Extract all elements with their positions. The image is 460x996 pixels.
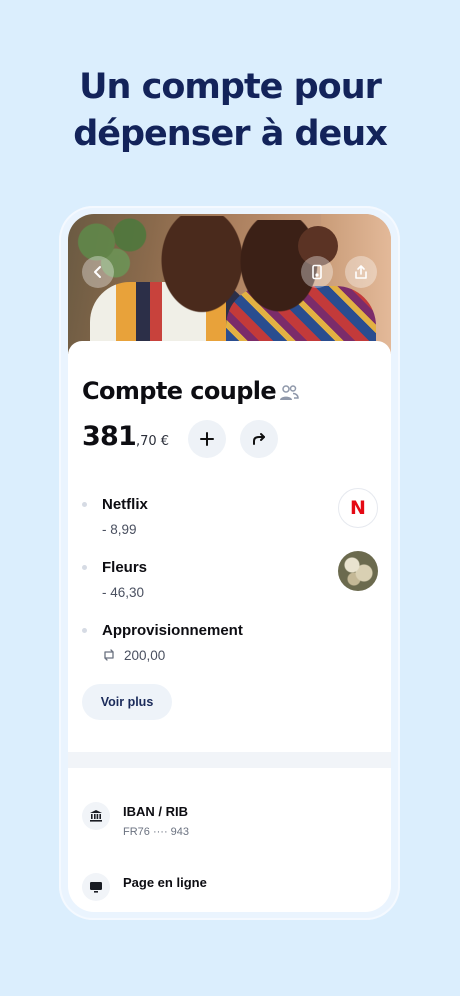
hero-photo (68, 214, 391, 354)
bank-icon (82, 802, 110, 830)
card-button[interactable] (301, 256, 333, 288)
recurring-icon (104, 649, 114, 661)
balance-decimal: ,70 € (135, 434, 170, 449)
transaction-amount: 200,00 (124, 648, 166, 663)
phone-screen: Compte couple 381,70 € Netflix - 8,99 N … (68, 214, 391, 912)
forward-arrow-icon (253, 433, 265, 445)
transaction-amount-row: 200,00 (102, 648, 165, 663)
share-button[interactable] (345, 256, 377, 288)
transaction-name: Fleurs (102, 559, 148, 576)
account-title: Compte couple (82, 377, 277, 405)
headline: Un compte pour dépenser à deux (0, 64, 460, 158)
monitor-icon (82, 873, 110, 901)
transaction-name: Approvisionnement (102, 622, 243, 639)
add-money-button[interactable] (188, 420, 226, 458)
transaction-name: Netflix (102, 496, 148, 513)
share-icon (355, 265, 367, 279)
iban-value: FR76 ···· 943 (123, 826, 190, 838)
transaction-amount: - 8,99 (102, 522, 137, 537)
back-button[interactable] (82, 256, 114, 288)
people-icon[interactable] (278, 384, 300, 402)
transaction-amount: - 46,30 (102, 585, 145, 600)
transfer-button[interactable] (240, 420, 278, 458)
flowers-photo-icon (338, 551, 378, 591)
timeline-dot (82, 502, 87, 507)
photo-person-1 (160, 216, 244, 314)
timeline-dot (82, 628, 87, 633)
card-icon (312, 264, 322, 280)
plus-icon (200, 432, 214, 446)
headline-line-1: Un compte pour (79, 67, 382, 107)
balance-integer: 381 (82, 421, 137, 452)
iban-label: IBAN / RIB (123, 804, 188, 819)
netflix-logo-icon: N (338, 488, 378, 528)
account-balance: 381,70 € (82, 421, 169, 452)
voir-plus-button[interactable]: Voir plus (82, 684, 172, 720)
online-page-label: Page en ligne (123, 875, 207, 890)
timeline-dot (82, 565, 87, 570)
section-divider (68, 752, 391, 768)
headline-line-2: dépenser à deux (73, 114, 388, 154)
chevron-left-icon (94, 266, 101, 278)
